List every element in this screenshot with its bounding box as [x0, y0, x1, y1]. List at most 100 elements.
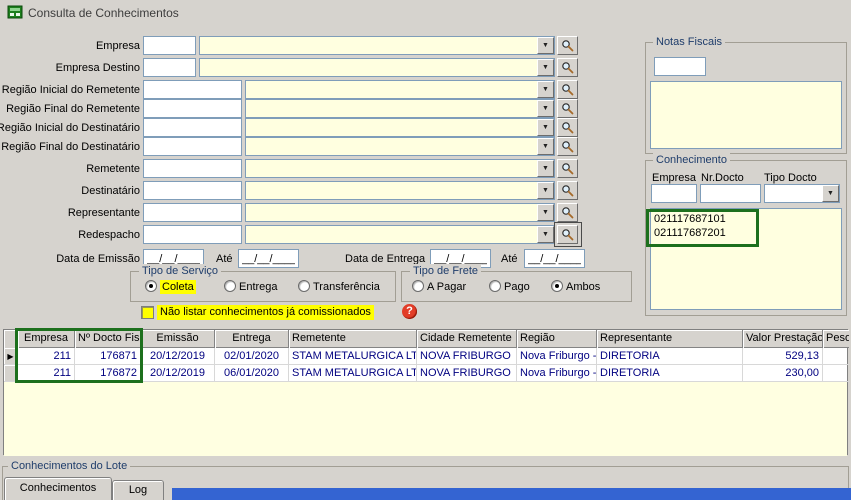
representante-combo[interactable]: ▼ [245, 203, 555, 222]
cell-empresa[interactable]: 211 [18, 348, 75, 365]
chevron-down-icon[interactable]: ▼ [537, 138, 554, 155]
tab-log[interactable]: Log [112, 480, 164, 500]
column-header-empresa[interactable]: Empresa [18, 330, 75, 348]
empresa-destino-lookup-button[interactable] [557, 58, 578, 77]
cell-remetente[interactable]: STAM METALURGICA LT [289, 348, 417, 365]
destinatario-combo[interactable]: ▼ [245, 181, 555, 200]
cell-empresa[interactable]: 211 [18, 365, 75, 382]
cell-docto-fiscal[interactable]: 176871 [75, 348, 141, 365]
radio-a-pagar[interactable] [412, 280, 424, 292]
empresa-destino-combo[interactable]: ▼ [199, 58, 555, 77]
nao-listar-comissionados-label[interactable]: Não listar conhecimentos já comissionado… [157, 305, 374, 320]
regiao-final-remetente-combo[interactable]: ▼ [245, 99, 555, 118]
data-entrega-ate-input[interactable] [524, 249, 585, 268]
cell-cidade-remetente[interactable]: NOVA FRIBURGO [417, 365, 517, 382]
regiao-final-destinatario-lookup-button[interactable] [557, 137, 578, 156]
table-row[interactable]: ▶ 211 176871 20/12/2019 02/01/2020 STAM … [4, 348, 847, 365]
regiao-inicial-destinatario-lookup-button[interactable] [557, 118, 578, 137]
row-selector-cell[interactable]: ▶ [4, 348, 18, 365]
nota-fiscal-numero-input[interactable] [654, 57, 706, 76]
radio-coleta[interactable] [145, 280, 157, 292]
row-selector-cell[interactable]: ▶ [4, 365, 18, 382]
regiao-inicial-destinatario-input[interactable] [143, 118, 242, 137]
cell-docto-fiscal[interactable]: 176872 [75, 365, 141, 382]
radio-ambos[interactable] [551, 280, 563, 292]
radio-pago-label[interactable]: Pago [504, 280, 530, 294]
regiao-inicial-destinatario-combo[interactable]: ▼ [245, 118, 555, 137]
cell-valor-prestacao[interactable]: 529,13 [743, 348, 823, 365]
cell-cidade-remetente[interactable]: NOVA FRIBURGO [417, 348, 517, 365]
radio-a-pagar-label[interactable]: A Pagar [427, 280, 466, 294]
column-header-remetente[interactable]: Remetente [289, 330, 417, 348]
representante-input[interactable] [143, 203, 242, 222]
chevron-down-icon[interactable]: ▼ [822, 185, 839, 202]
conhecimento-list-item[interactable]: 021117687201 [654, 227, 726, 240]
chevron-down-icon[interactable]: ▼ [537, 59, 554, 76]
remetente-combo[interactable]: ▼ [245, 159, 555, 178]
regiao-final-remetente-lookup-button[interactable] [557, 99, 578, 118]
regiao-final-destinatario-combo[interactable]: ▼ [245, 137, 555, 156]
column-header-regiao[interactable]: Região [517, 330, 597, 348]
chevron-down-icon[interactable]: ▼ [537, 37, 554, 54]
column-header-entrega[interactable]: Entrega [215, 330, 289, 348]
remetente-lookup-button[interactable] [557, 159, 578, 178]
empresa-combo[interactable]: ▼ [199, 36, 555, 55]
chevron-down-icon[interactable]: ▼ [537, 182, 554, 199]
empresa-lookup-button[interactable] [557, 36, 578, 55]
chevron-down-icon[interactable]: ▼ [537, 160, 554, 177]
notas-fiscais-list[interactable] [650, 81, 842, 149]
regiao-final-destinatario-input[interactable] [143, 137, 242, 156]
chevron-down-icon[interactable]: ▼ [537, 81, 554, 98]
cell-entrega[interactable]: 02/01/2020 [215, 348, 289, 365]
column-header-cidade-remetente[interactable]: Cidade Remetente [417, 330, 517, 348]
remetente-input[interactable] [143, 159, 242, 178]
column-header-representante[interactable]: Representante [597, 330, 743, 348]
conhecimento-empresa-input[interactable] [651, 184, 697, 203]
radio-transferencia[interactable] [298, 280, 310, 292]
redespacho-combo[interactable]: ▼ [245, 225, 555, 244]
cell-regiao[interactable]: Nova Friburgo - RJ [517, 365, 597, 382]
radio-entrega[interactable] [224, 280, 236, 292]
regiao-inicial-remetente-lookup-button[interactable] [557, 80, 578, 99]
chevron-down-icon[interactable]: ▼ [537, 204, 554, 221]
column-header-emissao[interactable]: Emissão [141, 330, 215, 348]
empresa-code-input[interactable] [143, 36, 196, 55]
representante-lookup-button[interactable] [557, 203, 578, 222]
radio-transferencia-label[interactable]: Transferência [313, 280, 380, 294]
destinatario-lookup-button[interactable] [557, 181, 578, 200]
help-icon[interactable]: ? [402, 304, 417, 319]
cell-peso[interactable] [823, 365, 849, 382]
radio-entrega-label[interactable]: Entrega [239, 280, 278, 294]
redespacho-input[interactable] [143, 225, 242, 244]
chevron-down-icon[interactable]: ▼ [537, 226, 554, 243]
cell-representante[interactable]: DIRETORIA [597, 365, 743, 382]
radio-pago[interactable] [489, 280, 501, 292]
regiao-final-remetente-input[interactable] [143, 99, 242, 118]
cell-regiao[interactable]: Nova Friburgo - RJ [517, 348, 597, 365]
column-header-docto-fiscal[interactable]: Nº Docto Fiscal [75, 330, 141, 348]
conhecimento-list-item[interactable]: 021117687101 [654, 213, 726, 226]
cell-emissao[interactable]: 20/12/2019 [141, 348, 215, 365]
redespacho-lookup-button[interactable] [557, 225, 578, 244]
radio-ambos-label[interactable]: Ambos [566, 280, 600, 294]
regiao-inicial-remetente-combo[interactable]: ▼ [245, 80, 555, 99]
cell-remetente[interactable]: STAM METALURGICA LT [289, 365, 417, 382]
cell-representante[interactable]: DIRETORIA [597, 348, 743, 365]
cell-peso[interactable] [823, 348, 849, 365]
conhecimento-nr-docto-input[interactable] [700, 184, 761, 203]
tab-conhecimentos[interactable]: Conhecimentos [4, 477, 112, 500]
destinatario-input[interactable] [143, 181, 242, 200]
column-header-peso[interactable]: Peso [823, 330, 849, 348]
chevron-down-icon[interactable]: ▼ [537, 119, 554, 136]
empresa-destino-code-input[interactable] [143, 58, 196, 77]
data-emissao-ate-input[interactable] [238, 249, 299, 268]
radio-coleta-label[interactable]: Coleta [160, 280, 196, 294]
cell-entrega[interactable]: 06/01/2020 [215, 365, 289, 382]
conhecimento-tipo-docto-combo[interactable]: ▼ [764, 184, 840, 203]
table-row[interactable]: ▶ 211 176872 20/12/2019 06/01/2020 STAM … [4, 365, 847, 382]
cell-valor-prestacao[interactable]: 230,00 [743, 365, 823, 382]
chevron-down-icon[interactable]: ▼ [537, 100, 554, 117]
regiao-inicial-remetente-input[interactable] [143, 80, 242, 99]
column-header-valor-prestacao[interactable]: Valor Prestação [743, 330, 823, 348]
cell-emissao[interactable]: 20/12/2019 [141, 365, 215, 382]
